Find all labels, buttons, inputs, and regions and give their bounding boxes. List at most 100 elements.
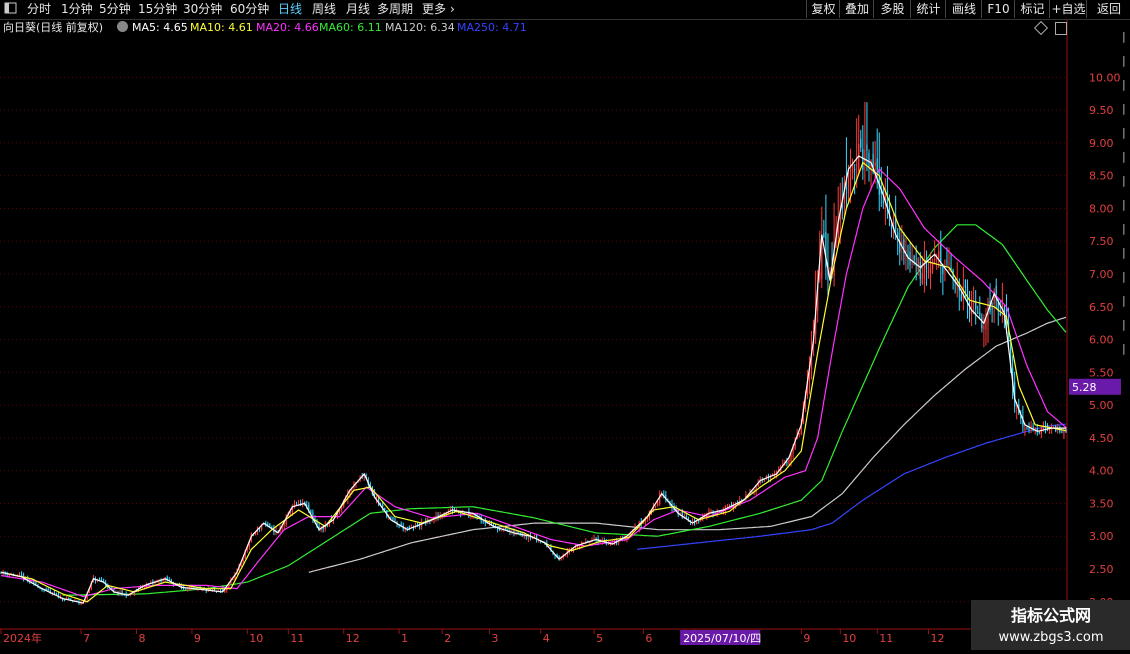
candle-body bbox=[363, 476, 365, 478]
kline-chart[interactable]: 10.00 9.50 9.00 8.50 8.00 7.50 7.00 6.50 6.00 5.5… bbox=[0, 0, 1130, 650]
candle-body bbox=[860, 138, 862, 148]
more-chevron-icon[interactable]: › bbox=[450, 1, 455, 17]
y-tick-label: 4.50 bbox=[1089, 432, 1114, 445]
candle-body bbox=[946, 261, 948, 263]
sidebar-text-fragment: | bbox=[1122, 30, 1126, 43]
svg-text:指标公式网: 指标公式网 bbox=[1011, 606, 1091, 625]
x-tick-label: 6 bbox=[645, 632, 652, 645]
period-tab-0[interactable]: 分时 bbox=[27, 1, 51, 17]
ma-label-0: MA5: 4.65 bbox=[132, 21, 188, 34]
candle-body bbox=[979, 312, 981, 316]
y-tick-label: 2.50 bbox=[1089, 563, 1114, 576]
window-menu-icon[interactable] bbox=[4, 1, 18, 19]
candle-body bbox=[868, 153, 870, 167]
candle-body bbox=[698, 520, 700, 522]
y-tick-label: 7.50 bbox=[1089, 235, 1114, 248]
candle-body bbox=[856, 164, 858, 166]
toolbar-button-6[interactable]: 标记 bbox=[1014, 0, 1050, 18]
candle-body bbox=[431, 520, 433, 522]
candle-body bbox=[765, 475, 768, 478]
candle-body bbox=[187, 589, 189, 591]
toolbar-button-2[interactable]: 多股 bbox=[873, 0, 911, 18]
candle-body bbox=[913, 256, 915, 261]
panel-icon[interactable] bbox=[1055, 22, 1067, 35]
period-tab-5[interactable]: 60分钟 bbox=[230, 1, 269, 17]
y-tick-label: 6.00 bbox=[1089, 334, 1114, 347]
candle-body bbox=[851, 164, 854, 174]
period-tab-6[interactable]: 日线 bbox=[278, 1, 302, 17]
period-tab-8[interactable]: 月线 bbox=[346, 1, 370, 17]
candle-body bbox=[728, 504, 731, 507]
y-tick-label: 8.50 bbox=[1089, 170, 1114, 183]
ma60-line bbox=[62, 224, 1067, 596]
sidebar-text-fragment: | bbox=[1122, 78, 1126, 91]
candle-body bbox=[977, 312, 979, 314]
candle-body bbox=[823, 233, 825, 238]
settings-icon[interactable] bbox=[117, 21, 128, 32]
toolbar-button-0[interactable]: 复权 bbox=[806, 0, 840, 18]
candle-body bbox=[854, 169, 856, 171]
candle-body bbox=[862, 148, 864, 171]
candle-body bbox=[271, 526, 273, 528]
date-axis: 2024年789101112123456791011122025/07/10/四 bbox=[0, 629, 945, 645]
y-tick-label: 3.50 bbox=[1089, 497, 1114, 510]
candle-body bbox=[991, 308, 993, 310]
candle-body bbox=[501, 530, 503, 532]
candle-body bbox=[269, 523, 271, 526]
toolbar-button-1[interactable]: 叠加 bbox=[839, 0, 874, 18]
candle-body bbox=[966, 286, 969, 302]
period-tab-4[interactable]: 30分钟 bbox=[183, 1, 222, 17]
candle-body bbox=[1028, 427, 1030, 430]
x-tick-label: 11 bbox=[879, 632, 893, 645]
stock-title: 向日葵(日线 前复权) bbox=[3, 21, 104, 34]
candle-body bbox=[864, 150, 866, 164]
period-tab-1[interactable]: 1分钟 bbox=[61, 1, 93, 17]
x-tick-label: 10 bbox=[842, 632, 856, 645]
ma120-line bbox=[308, 316, 1067, 573]
candle-body bbox=[394, 519, 396, 522]
period-tab-9[interactable]: 多周期 bbox=[377, 1, 413, 17]
candle-body bbox=[876, 158, 878, 170]
toolbar-button-3[interactable]: 统计 bbox=[910, 0, 946, 18]
candle-body bbox=[874, 162, 876, 166]
candle-body bbox=[1026, 426, 1028, 428]
ma20-path bbox=[0, 168, 1067, 598]
x-tick-label: 1 bbox=[401, 632, 408, 645]
candle-body bbox=[406, 527, 408, 529]
sidebar-text-fragment: | bbox=[1122, 270, 1126, 283]
candle-body bbox=[1036, 429, 1038, 431]
toolbar-button-4[interactable]: 画线 bbox=[945, 0, 982, 18]
toolbar-button-7[interactable]: +自选 bbox=[1049, 0, 1087, 18]
period-tab-10[interactable]: 更多 bbox=[422, 1, 446, 17]
candle-body bbox=[185, 588, 187, 590]
candle-body bbox=[267, 523, 269, 525]
candle-body bbox=[761, 481, 763, 483]
x-tick-label: 9 bbox=[803, 632, 810, 645]
period-tab-3[interactable]: 15分钟 bbox=[138, 1, 177, 17]
candle-body bbox=[845, 186, 848, 190]
candle-body bbox=[564, 555, 566, 557]
candle-body bbox=[917, 257, 919, 271]
candle-body bbox=[1061, 431, 1063, 433]
x-tick-label: 12 bbox=[931, 632, 945, 645]
current-price-label: 5.28 bbox=[1072, 381, 1097, 394]
ma-label-3: MA60: 6.11 bbox=[319, 21, 382, 34]
sidebar-text-fragment: | bbox=[1122, 294, 1126, 307]
candle-body bbox=[849, 166, 852, 186]
candle-body bbox=[593, 538, 595, 540]
candle-body bbox=[1024, 427, 1026, 431]
candle-body bbox=[964, 280, 967, 288]
candle-body bbox=[577, 547, 579, 549]
candle-body bbox=[400, 524, 402, 526]
cursor-date-label: 2025/07/10/四 bbox=[683, 632, 761, 645]
period-tab-7[interactable]: 周线 bbox=[312, 1, 336, 17]
toolbar-button-8[interactable]: 返回 bbox=[1086, 0, 1130, 18]
candle-body bbox=[847, 179, 850, 195]
period-tab-2[interactable]: 5分钟 bbox=[99, 1, 131, 17]
x-tick-label: 12 bbox=[346, 632, 360, 645]
candle-body bbox=[890, 225, 893, 230]
toolbar-button-5[interactable]: F10 bbox=[981, 0, 1015, 18]
y-tick-label: 3.00 bbox=[1089, 530, 1114, 543]
price-axis: 10.00 9.50 9.00 8.50 8.00 7.50 7.00 6.50 6.00 5.5… bbox=[0, 20, 1130, 640]
y-tick-label: 7.00 bbox=[1089, 268, 1114, 281]
